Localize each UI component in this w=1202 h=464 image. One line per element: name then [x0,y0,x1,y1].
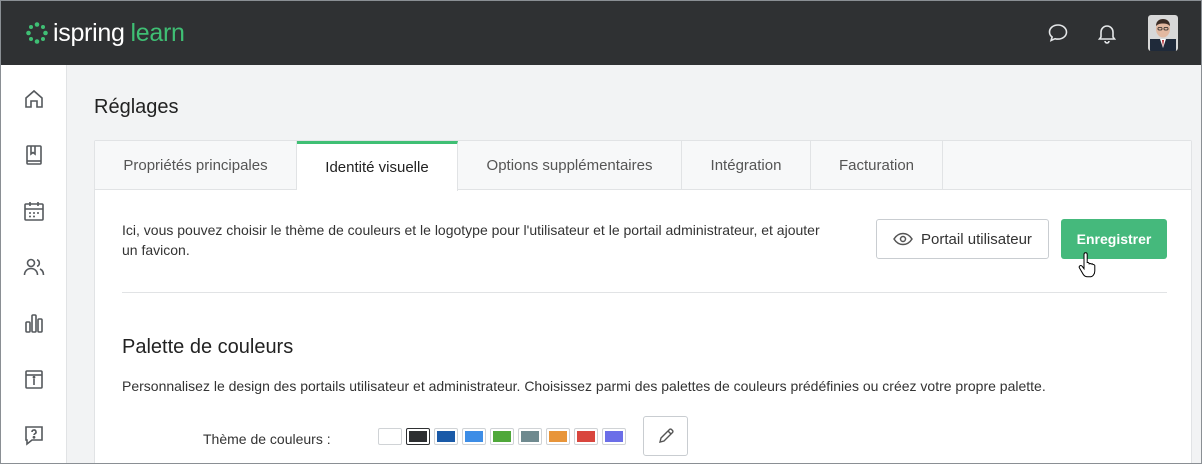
color-swatch[interactable] [462,428,486,445]
app-window: ispring learn Réglages Propriétés princi… [0,0,1202,464]
help-icon[interactable] [22,423,46,447]
pencil-icon [658,428,674,443]
color-swatch[interactable] [546,428,570,445]
user-portal-label: Portail utilisateur [921,230,1032,248]
logo-text-learn: learn [130,18,185,47]
tab-integration[interactable]: Intégration [682,141,811,190]
swatch-fill [521,431,539,442]
palette-section-title: Palette de couleurs [122,336,294,358]
eye-icon [893,232,913,246]
swatch-fill [465,431,483,442]
home-icon[interactable] [22,87,46,111]
theme-label: Thème de couleurs : [203,431,331,447]
ispring-logo-icon [26,22,48,44]
swatch-fill [381,431,399,442]
swatch-fill [577,431,595,442]
color-swatch[interactable] [574,428,598,445]
edit-palette-button[interactable] [643,416,688,456]
color-swatch[interactable] [434,428,458,445]
color-swatches [378,428,626,445]
intro-text: Ici, vous pouvez choisir le thème de cou… [122,222,820,258]
sidebar [1,65,67,463]
tab-options-supplementaires[interactable]: Options supplémentaires [458,141,682,190]
color-swatch[interactable] [378,428,402,445]
book-icon[interactable] [22,143,46,167]
color-swatch[interactable] [518,428,542,445]
swatch-fill [409,431,427,442]
bar-chart-icon[interactable] [22,311,46,335]
swatch-fill [437,431,455,442]
swatch-fill [493,431,511,442]
tab-bar: Propriétés principales Identité visuelle… [95,141,1191,191]
avatar-image [1148,15,1178,51]
users-icon[interactable] [22,255,46,279]
color-swatch[interactable] [490,428,514,445]
save-button[interactable]: Enregistrer [1061,219,1167,259]
info-icon[interactable] [22,367,46,391]
swatch-fill [549,431,567,442]
divider [122,292,1167,293]
logo[interactable]: ispring learn [25,19,185,47]
page-title: Réglages [94,96,179,118]
logo-text-ispring: ispring [53,18,125,47]
top-bar: ispring learn [1,1,1201,65]
tab-proprietes-principales[interactable]: Propriétés principales [95,141,297,190]
user-portal-button[interactable]: Portail utilisateur [876,219,1049,259]
color-swatch[interactable] [602,428,626,445]
hand-cursor-icon [1078,252,1096,278]
bell-icon[interactable] [1095,21,1119,45]
swatch-fill [605,431,623,442]
palette-description: Personnalisez le design des portails uti… [122,378,1046,394]
color-swatch[interactable] [406,428,430,445]
tab-identite-visuelle[interactable]: Identité visuelle [297,141,458,191]
tab-facturation[interactable]: Facturation [811,141,943,190]
user-avatar[interactable] [1148,15,1178,51]
settings-card: Propriétés principales Identité visuelle… [94,140,1192,463]
chat-icon[interactable] [1046,21,1070,45]
calendar-icon[interactable] [22,199,46,223]
